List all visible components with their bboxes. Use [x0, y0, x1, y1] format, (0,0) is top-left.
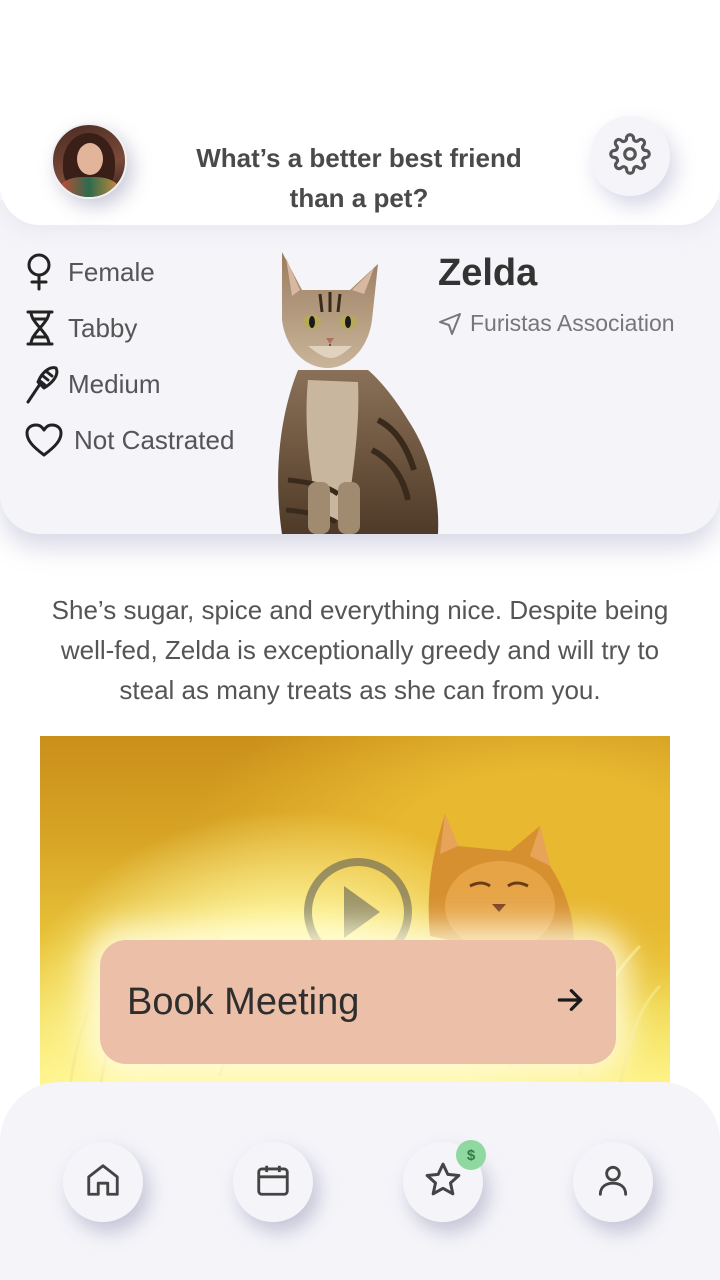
trait-label: Medium	[68, 368, 161, 399]
trait-breed: Tabby	[24, 308, 137, 348]
user-icon	[594, 1161, 632, 1204]
association-name: Furistas Association	[470, 310, 675, 336]
nav-profile-button[interactable]	[573, 1142, 653, 1222]
tagline: What’s a better best friend than a pet?	[196, 143, 522, 213]
trait-coat: Medium	[24, 364, 160, 404]
nav-home-button[interactable]	[63, 1142, 143, 1222]
pet-info-card: Female Tabby Medium Not Castrated Zelda …	[0, 200, 720, 534]
bottom-navigation: $	[0, 1082, 720, 1280]
female-icon	[24, 252, 68, 292]
calendar-icon	[254, 1161, 292, 1204]
trait-gender: Female	[24, 252, 155, 292]
trait-label: Not Castrated	[74, 424, 235, 455]
star-icon	[423, 1160, 463, 1205]
location-arrow-icon	[438, 312, 462, 336]
book-meeting-button[interactable]: Book Meeting	[100, 940, 616, 1064]
gear-icon	[609, 132, 651, 180]
user-avatar[interactable]	[51, 123, 127, 199]
notification-badge: $	[456, 1140, 486, 1170]
trait-castration: Not Castrated	[24, 420, 234, 460]
pet-description: She’s sugar, spice and everything nice. …	[51, 595, 669, 705]
dna-icon	[24, 308, 68, 348]
settings-button[interactable]	[590, 116, 670, 196]
pet-photo	[268, 250, 448, 534]
nav-calendar-button[interactable]	[233, 1142, 313, 1222]
home-icon	[84, 1161, 122, 1204]
association-link[interactable]: Furistas Association	[438, 310, 675, 337]
heart-icon	[24, 420, 74, 460]
brush-icon	[24, 364, 68, 404]
trait-label: Female	[68, 256, 155, 287]
book-meeting-label: Book Meeting	[127, 980, 360, 1023]
pet-name: Zelda	[438, 252, 538, 294]
trait-label: Tabby	[68, 312, 138, 343]
arrow-right-icon	[554, 984, 586, 1021]
header: What’s a better best friend than a pet?	[0, 0, 720, 225]
